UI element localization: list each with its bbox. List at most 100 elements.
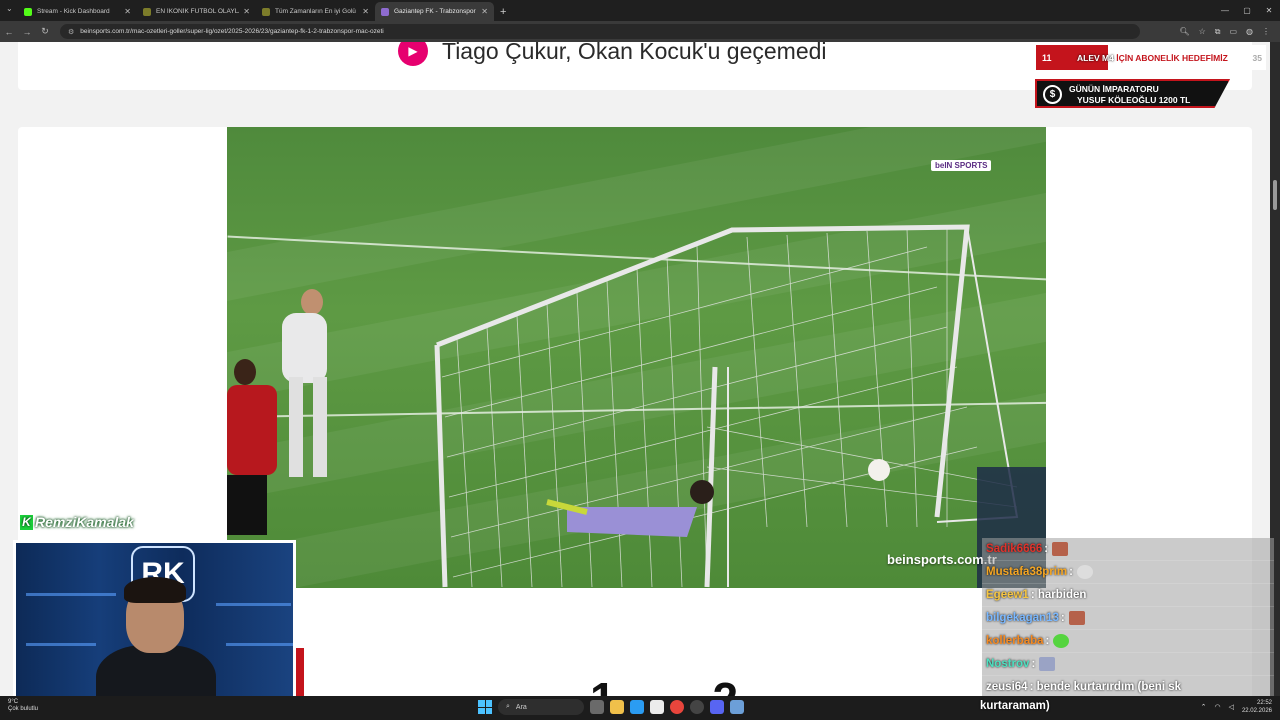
match-score: 1 - 2	[590, 672, 752, 696]
toolbar-icons: 🔍︎ ☆ ⧉ ▭ ◍ ⋮	[1179, 21, 1270, 42]
goal-target: 35	[1252, 52, 1262, 63]
top-donor-banner: $ GÜNÜN İMPARATORU YUSUF KÖLEOĞLU 1200 T…	[1035, 79, 1230, 108]
top-donor-title: GÜNÜN İMPARATORU	[1069, 84, 1159, 94]
player-white-kit	[282, 289, 327, 477]
weather-widget[interactable]: 9°C Çok bulutlu	[8, 699, 38, 713]
emote-icon	[1053, 634, 1070, 648]
youtube-favicon-icon	[262, 7, 270, 16]
network-icon[interactable]: ◠	[1214, 703, 1220, 711]
clock-date: 22.02.2026	[1241, 708, 1272, 714]
clock[interactable]: 22:52 22.02.2026	[1242, 699, 1272, 715]
chat-username: Nostrov	[986, 658, 1030, 670]
windows-start-icon[interactable]	[478, 700, 492, 714]
browser-toolbar: ← → ↻ ⚙ beinsports.com.tr/mac-ozetleri-g…	[0, 21, 1280, 42]
chat-message: Nostrov :	[982, 653, 1274, 676]
weather-temp: 9°C	[8, 699, 19, 705]
bein-sports-logo: beIN SPORTS	[931, 160, 992, 171]
tab-close-icon[interactable]: ✕	[243, 7, 250, 16]
streamer-figure	[96, 577, 216, 698]
youtube-favicon-icon	[143, 7, 151, 16]
streamer-name: RemziKamalak	[35, 514, 134, 530]
tab-title: Gaziantep FK - Trabzonspor	[394, 8, 476, 15]
emote-icon	[1052, 542, 1069, 556]
shelf	[216, 603, 291, 606]
headline[interactable]: ▶ Tiago Çukur, Okan Kocuk'u geçemedi	[398, 42, 827, 66]
task-view-icon[interactable]	[590, 700, 604, 714]
tab-en-iyi-gol[interactable]: Tüm Zamanların En iyi Golü - Y ✕	[256, 2, 375, 21]
subscriber-goal-bar: 11 ALEV M4 İÇİN ABONELİK HEDEFİMİZ 35	[1036, 45, 1266, 70]
bookmark-star-icon[interactable]: ☆	[1199, 27, 1206, 36]
tab-close-icon[interactable]: ✕	[124, 7, 131, 16]
scroll-thumb[interactable]	[1273, 180, 1277, 210]
chat-username: Sadik6666	[986, 543, 1043, 555]
minimize-icon[interactable]: —	[1214, 0, 1236, 20]
obs-icon[interactable]	[690, 700, 704, 714]
chrome-icon[interactable]	[670, 700, 684, 714]
file-explorer-icon[interactable]	[610, 700, 624, 714]
taskbar-search[interactable]: ⌕ Ara	[498, 699, 584, 715]
goal-text-b: İÇİN ABONELİK HEDEFİMİZ	[1113, 52, 1228, 63]
forward-icon[interactable]: →	[18, 27, 36, 37]
extensions-icon[interactable]: ⧉	[1215, 27, 1221, 37]
chat-message: kollerbaba :	[982, 630, 1274, 653]
goalkeeper	[546, 480, 714, 537]
windows-taskbar: 9°C Çok bulutlu ⌕ Ara ⌃ ◠ ◁ 22:52 22.02.…	[0, 696, 1280, 720]
tray-chevron-icon[interactable]: ⌃	[1201, 703, 1207, 711]
zoom-icon[interactable]: 🔍︎	[1179, 27, 1189, 36]
chat-text: :	[1031, 658, 1036, 670]
shelf	[226, 643, 293, 646]
cast-icon[interactable]: ▭	[1229, 27, 1237, 36]
chat-username: zeusi64	[986, 681, 1028, 693]
maximize-icon[interactable]: ▢	[1236, 0, 1258, 20]
bein-watermark: beinsports.com.tr	[887, 552, 997, 567]
discord-icon[interactable]	[710, 700, 724, 714]
emote-icon	[1039, 657, 1056, 671]
kick-favicon-icon	[24, 7, 32, 16]
close-window-icon[interactable]: ✕	[1258, 0, 1280, 20]
chat-text: :	[1044, 543, 1049, 555]
emote-icon	[1077, 565, 1094, 579]
headline-text: Tiago Çukur, Okan Kocuk'u geçemedi	[442, 42, 827, 64]
emote-icon	[1068, 611, 1085, 625]
system-tray: ⌃ ◠ ◁ 22:52 22.02.2026	[1201, 699, 1272, 715]
bein-favicon-icon	[381, 7, 389, 16]
tab-gaziantep-trabzonspor[interactable]: Gaziantep FK - Trabzonspor ✕	[375, 2, 494, 21]
reload-icon[interactable]: ↻	[36, 26, 54, 37]
shelf	[26, 643, 96, 646]
chat-username: Mustafa38prim	[986, 566, 1068, 578]
tab-kick-dashboard[interactable]: Stream - Kick Dashboard ✕	[18, 2, 137, 21]
chat-message: Mustafa38prim :	[982, 561, 1274, 584]
tab-close-icon[interactable]: ✕	[362, 7, 369, 16]
chat-text: :	[1045, 635, 1050, 647]
play-icon[interactable]: ▶	[398, 42, 428, 66]
volume-icon[interactable]: ◁	[1229, 703, 1234, 711]
goal-current-count: 11	[1042, 52, 1052, 63]
menu-icon[interactable]: ⋮	[1262, 27, 1270, 36]
edge-icon[interactable]	[630, 700, 644, 714]
tab-ikonik-futbol[interactable]: EN İKONİK FUTBOL OLAYLARI ✕	[137, 2, 256, 21]
streamer-name-tag: K RemziKamalak	[20, 514, 134, 530]
ball	[868, 459, 890, 481]
tab-title: Stream - Kick Dashboard	[37, 8, 110, 15]
tab-title: EN İKONİK FUTBOL OLAYLARI	[156, 8, 239, 15]
video-player[interactable]: beIN SPORTS beinsports.com.tr	[227, 127, 1046, 588]
store-icon[interactable]	[650, 700, 664, 714]
site-info-icon[interactable]: ⚙	[68, 28, 74, 36]
chat-text: :	[1060, 612, 1065, 624]
new-tab-button[interactable]: +	[500, 2, 506, 21]
browser-tab-strip: ⌄ Stream - Kick Dashboard ✕ EN İKONİK FU…	[0, 0, 1280, 21]
chat-text: : harbiden	[1030, 589, 1087, 601]
profile-icon[interactable]: ◍	[1246, 27, 1253, 36]
window-controls: — ▢ ✕	[1214, 0, 1280, 20]
chat-message-continuation: kurtaramam)	[980, 700, 1050, 712]
weather-desc: Çok bulutlu	[8, 706, 39, 712]
player-red-kit	[227, 359, 277, 535]
url-text: beinsports.com.tr/mac-ozetleri-goller/su…	[80, 28, 384, 35]
address-bar[interactable]: ⚙ beinsports.com.tr/mac-ozetleri-goller/…	[60, 24, 1140, 39]
webcam-overlay: RK	[13, 540, 296, 701]
tab-close-icon[interactable]: ✕	[481, 7, 488, 16]
back-icon[interactable]: ←	[0, 27, 18, 37]
app-icon[interactable]	[730, 700, 744, 714]
tab-search-icon[interactable]: ⌄	[6, 4, 13, 13]
chat-username: bilgekagan13	[986, 612, 1059, 624]
